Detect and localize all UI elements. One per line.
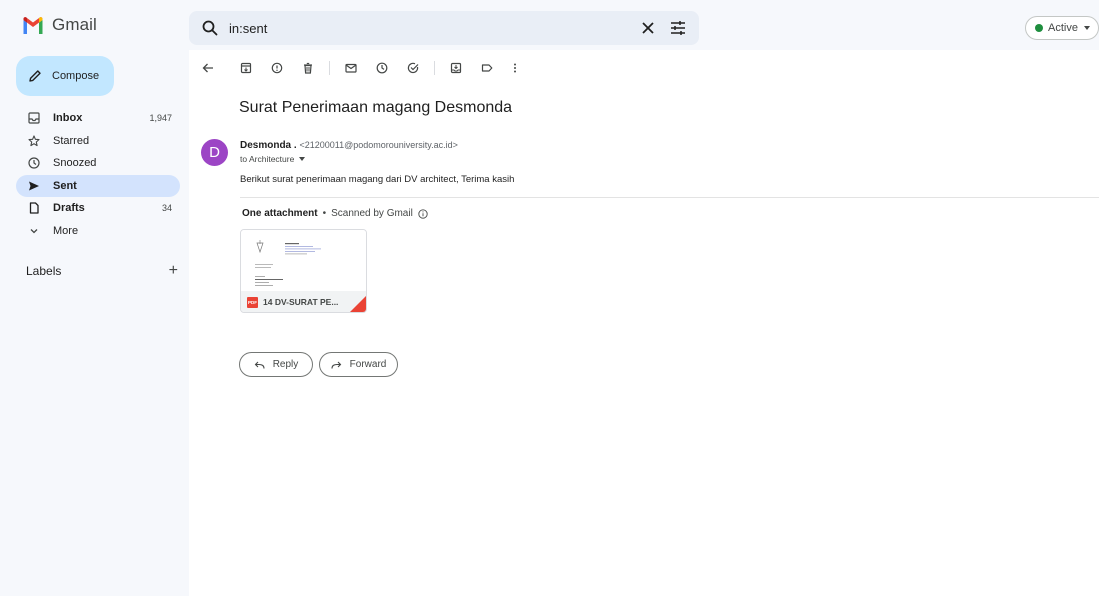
mark-unread-icon[interactable]: [343, 60, 359, 76]
snooze-clock-icon[interactable]: [374, 60, 390, 76]
pencil-icon: [29, 70, 41, 82]
draft-icon: [27, 201, 41, 215]
reply-button[interactable]: Reply: [239, 352, 313, 377]
add-task-icon[interactable]: [405, 60, 421, 76]
sidebar-item-starred[interactable]: Starred: [16, 130, 180, 152]
labels-section-header: Labels +: [26, 262, 178, 280]
document-preview-icon: [255, 240, 321, 286]
sidebar-item-snoozed[interactable]: Snoozed: [16, 152, 180, 174]
archive-icon[interactable]: [238, 60, 254, 76]
attachment-footer: PDF 14 DV-SURAT PE...: [241, 291, 366, 312]
search-icon[interactable]: [201, 19, 219, 37]
info-icon[interactable]: [418, 208, 428, 219]
pdf-corner-fold-icon: [350, 296, 366, 312]
compose-button[interactable]: Compose: [16, 56, 114, 96]
email-body: Berikut surat penerimaan magang dari DV …: [240, 174, 515, 185]
report-spam-icon[interactable]: [269, 60, 285, 76]
recipient-line[interactable]: to Architecture: [240, 154, 306, 164]
recipient-label: to Architecture: [240, 154, 295, 164]
unread-count: 1,947: [149, 113, 172, 123]
app-name: Gmail: [52, 15, 97, 34]
status-selector[interactable]: Active: [1025, 16, 1099, 40]
attachment-thumbnail: [241, 230, 366, 291]
more-options-icon[interactable]: [507, 60, 523, 76]
reply-label: Reply: [272, 359, 299, 370]
sidebar-item-sent[interactable]: Sent: [16, 175, 180, 197]
toolbar-divider: [434, 61, 435, 75]
sidebar-item-label: Snoozed: [53, 157, 97, 169]
search-options-icon[interactable]: [669, 19, 687, 37]
search-input[interactable]: [229, 18, 609, 38]
sidebar-item-label: Drafts: [53, 202, 85, 214]
reply-arrow-icon: [254, 361, 265, 369]
chevron-down-icon: [1083, 26, 1090, 30]
attachment-count: One attachment: [242, 208, 318, 219]
compose-label: Compose: [52, 70, 100, 82]
active-status-dot: [1035, 24, 1043, 32]
star-icon: [27, 134, 41, 148]
labels-heading: Labels: [26, 264, 62, 278]
sidebar-item-label: More: [53, 225, 79, 237]
pdf-file-icon: PDF: [247, 296, 258, 308]
sidebar-item-more[interactable]: More: [16, 220, 180, 242]
bullet-separator: •: [322, 208, 327, 219]
draft-count: 34: [161, 203, 172, 213]
search-bar[interactable]: [189, 11, 699, 45]
add-label-icon[interactable]: +: [169, 263, 178, 279]
scan-note: Scanned by Gmail: [331, 208, 413, 219]
trash-icon[interactable]: [300, 60, 316, 76]
sidebar-item-drafts[interactable]: Drafts 34: [16, 197, 180, 219]
sidebar: Compose Inbox 1,947 Starred Snoozed Sent…: [6, 50, 188, 596]
message-view: Surat Penerimaan magang Desmonda D Desmo…: [189, 50, 1099, 596]
status-label: Active: [1048, 22, 1078, 34]
attachment-card[interactable]: PDF 14 DV-SURAT PE...: [240, 229, 367, 313]
gmail-m-icon: [23, 16, 43, 34]
forward-arrow-icon: [331, 361, 341, 369]
forward-label: Forward: [349, 359, 387, 370]
clear-search-icon[interactable]: [639, 19, 657, 37]
message-toolbar: [189, 50, 1099, 86]
toolbar-divider: [329, 61, 330, 75]
sender-avatar[interactable]: D: [201, 139, 228, 166]
chevron-down-icon[interactable]: [299, 157, 306, 161]
sidebar-item-label: Sent: [53, 180, 77, 192]
sidebar-item-inbox[interactable]: Inbox 1,947: [16, 107, 180, 129]
gmail-logo[interactable]: Gmail: [22, 15, 97, 35]
label-tag-icon[interactable]: [479, 60, 495, 76]
sender-email: <21200011@podomorouniversity.ac.id>: [299, 140, 458, 150]
chevron-down-icon: [27, 224, 41, 238]
clock-icon: [27, 156, 41, 170]
sender-line: Desmonda . <21200011@podomorouniversity.…: [240, 140, 458, 151]
inbox-icon: [27, 111, 41, 125]
attachment-filename: 14 DV-SURAT PE...: [263, 297, 339, 307]
attachment-header: One attachment • Scanned by Gmail: [242, 208, 428, 219]
forward-button[interactable]: Forward: [319, 352, 398, 377]
move-to-icon[interactable]: [448, 60, 464, 76]
sidebar-item-label: Inbox: [53, 112, 83, 124]
sender-name[interactable]: Desmonda .: [240, 140, 297, 151]
sidebar-item-label: Starred: [53, 135, 90, 147]
attachment-divider: [240, 197, 1099, 198]
email-subject: Surat Penerimaan magang Desmonda: [239, 99, 513, 116]
top-bar: Gmail Active: [0, 0, 1099, 56]
back-arrow-icon[interactable]: [200, 60, 216, 76]
send-icon: [27, 179, 41, 193]
